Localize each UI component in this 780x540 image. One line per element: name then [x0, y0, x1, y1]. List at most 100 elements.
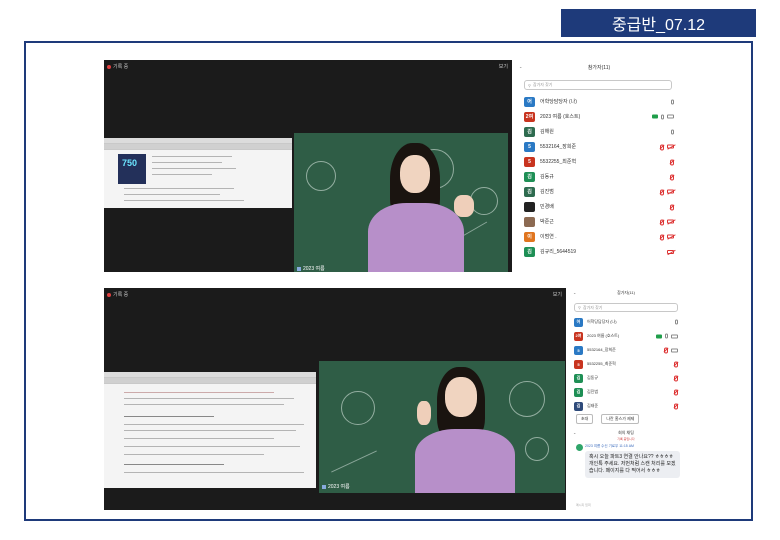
- participant-row[interactable]: 어 어학당담당자 (나): [524, 94, 674, 109]
- camera-off-icon[interactable]: [667, 219, 674, 224]
- participant-name: 이범연 .: [540, 234, 557, 240]
- avatar: [524, 216, 535, 227]
- microphone-icon[interactable]: [671, 99, 674, 104]
- microphone-muted-icon[interactable]: [659, 219, 664, 225]
- text-line: [124, 424, 304, 425]
- participant-row[interactable]: 2여 2023 여름 (호스트): [524, 109, 674, 124]
- participants-title: 참가자(11): [617, 290, 635, 295]
- microphone-muted-icon[interactable]: [659, 234, 664, 240]
- camera-off-icon[interactable]: [667, 249, 674, 254]
- camera-off-icon[interactable]: [667, 189, 674, 194]
- recording-indicator[interactable]: 기록 중: [107, 63, 128, 70]
- participant-row[interactable]: 김 김동규: [574, 371, 678, 385]
- participant-status: [673, 403, 678, 410]
- speaker-body: [415, 429, 515, 493]
- participant-row[interactable]: 5 5532164_장희준: [524, 139, 674, 154]
- avatar: 5: [574, 345, 583, 355]
- camera-off-icon[interactable]: [667, 234, 674, 239]
- chalk-drawing: [509, 381, 545, 417]
- text-line: [124, 194, 220, 195]
- shared-screen: [104, 372, 316, 488]
- participant-row[interactable]: 김 김동규: [524, 169, 674, 184]
- page-title: 중급반_07.12: [561, 9, 756, 37]
- search-icon: ⚲: [528, 82, 531, 88]
- view-button[interactable]: 보기: [553, 291, 562, 298]
- participant-row[interactable]: 김 김해원: [524, 124, 674, 139]
- lower-hands-button[interactable]: 나란 홈스가 제제: [601, 414, 640, 424]
- participant-status: [675, 319, 678, 325]
- chat-time: 11:15 AM: [619, 444, 634, 448]
- participant-status: [671, 99, 674, 104]
- text-line: [124, 472, 304, 473]
- avatar: 김: [524, 126, 535, 137]
- participant-row[interactable]: 5 5532255_최준혁: [524, 154, 674, 169]
- participant-name: 5532255_최준혁: [540, 159, 577, 165]
- participant-name: 박준근: [540, 219, 554, 225]
- avatar: 5: [524, 141, 535, 152]
- page: 중급반_07.12 기록 중 보기 750 2023 여름 ⌄ 참가자(11) …: [0, 0, 780, 540]
- invite-button[interactable]: 초대: [576, 414, 594, 424]
- search-placeholder: 참가자 찾기: [582, 304, 603, 310]
- participant-status: [659, 219, 674, 225]
- microphone-muted-icon[interactable]: [663, 347, 668, 354]
- microphone-icon[interactable]: [661, 114, 664, 119]
- camera-icon[interactable]: [671, 348, 678, 352]
- participant-row[interactable]: 이 이범연 .: [524, 229, 674, 244]
- microphone-muted-icon[interactable]: [673, 389, 678, 396]
- text-line: [152, 162, 222, 163]
- microphone-muted-icon[interactable]: [659, 189, 664, 195]
- recording-indicator[interactable]: 기록 중: [107, 291, 128, 298]
- speaker-hand: [454, 195, 474, 217]
- participants-title: 참가자(11): [587, 65, 611, 71]
- camera-icon[interactable]: [667, 114, 674, 119]
- participant-row[interactable]: 김 김진범: [574, 385, 678, 399]
- microphone-icon[interactable]: [665, 333, 668, 339]
- participant-row[interactable]: 5 5532255_최준혁: [574, 357, 678, 371]
- participant-status: [652, 114, 674, 119]
- participant-row[interactable]: 2여 2023 여름 (호스트): [574, 329, 678, 343]
- microphone-muted-icon[interactable]: [669, 159, 674, 165]
- participant-name: 김해원: [540, 129, 554, 135]
- participant-name: 김동규: [587, 375, 599, 380]
- participant-status: [671, 129, 674, 134]
- microphone-muted-icon[interactable]: [673, 361, 678, 368]
- camera-off-icon[interactable]: [667, 144, 674, 149]
- microphone-muted-icon[interactable]: [669, 174, 674, 180]
- microphone-muted-icon[interactable]: [669, 204, 674, 210]
- participant-name: 민경배: [540, 204, 554, 210]
- participant-search-input[interactable]: ⚲ 참가자 찾기: [574, 303, 678, 312]
- text-line: [124, 446, 300, 447]
- screen-share-icon: [652, 114, 658, 119]
- zoom-screenshot-1: 기록 중 보기 750 2023 여름 ⌄ 참가자(11) ⚲ 참가자 찾기 어…: [104, 60, 684, 272]
- text-line: [152, 156, 232, 157]
- participant-row[interactable]: 어 어학당담당자 (나): [574, 315, 678, 329]
- participant-row[interactable]: 5 5532164_장희준: [574, 343, 678, 357]
- chat-input[interactable]: 메시지 입력: [576, 503, 591, 507]
- participant-search-input[interactable]: ⚲ 참가자 찾기: [524, 80, 672, 90]
- camera-icon[interactable]: [671, 334, 678, 338]
- signal-icon: [322, 484, 326, 489]
- microphone-muted-icon[interactable]: [659, 144, 664, 150]
- speaker-name-tag: 2023 여름: [322, 483, 350, 490]
- participant-row[interactable]: 김 김규리_5644519: [524, 244, 674, 259]
- participant-row[interactable]: 민경배: [524, 199, 674, 214]
- chalk-drawing: [341, 391, 375, 425]
- participant-row[interactable]: 박준근: [524, 214, 674, 229]
- microphone-muted-icon[interactable]: [673, 403, 678, 410]
- text-line: [152, 174, 212, 175]
- microphone-icon[interactable]: [675, 319, 678, 325]
- participant-row[interactable]: 김 김진범: [524, 184, 674, 199]
- participant-name: 김진범: [587, 389, 599, 394]
- participant-status: [659, 144, 674, 150]
- view-button[interactable]: 보기: [499, 63, 508, 70]
- record-icon: [107, 292, 111, 297]
- microphone-muted-icon[interactable]: [673, 375, 678, 382]
- microphone-icon[interactable]: [671, 129, 674, 134]
- screen-share-icon: [656, 334, 662, 338]
- speaker-body: [368, 203, 464, 272]
- participants-panel: ⌄ 참가자(11) ⚲ 참가자 찾기 어 어학당담당자 (나) 2여 2023 여름 (…: [514, 60, 684, 272]
- participant-row[interactable]: 김 김태준: [574, 399, 678, 413]
- avatar: 김: [524, 246, 535, 257]
- participant-actions: 초대 나란 홈스가 제제: [576, 414, 640, 424]
- chat-meta: 2023 여름 수신 기로우 11:15 AM: [585, 444, 680, 449]
